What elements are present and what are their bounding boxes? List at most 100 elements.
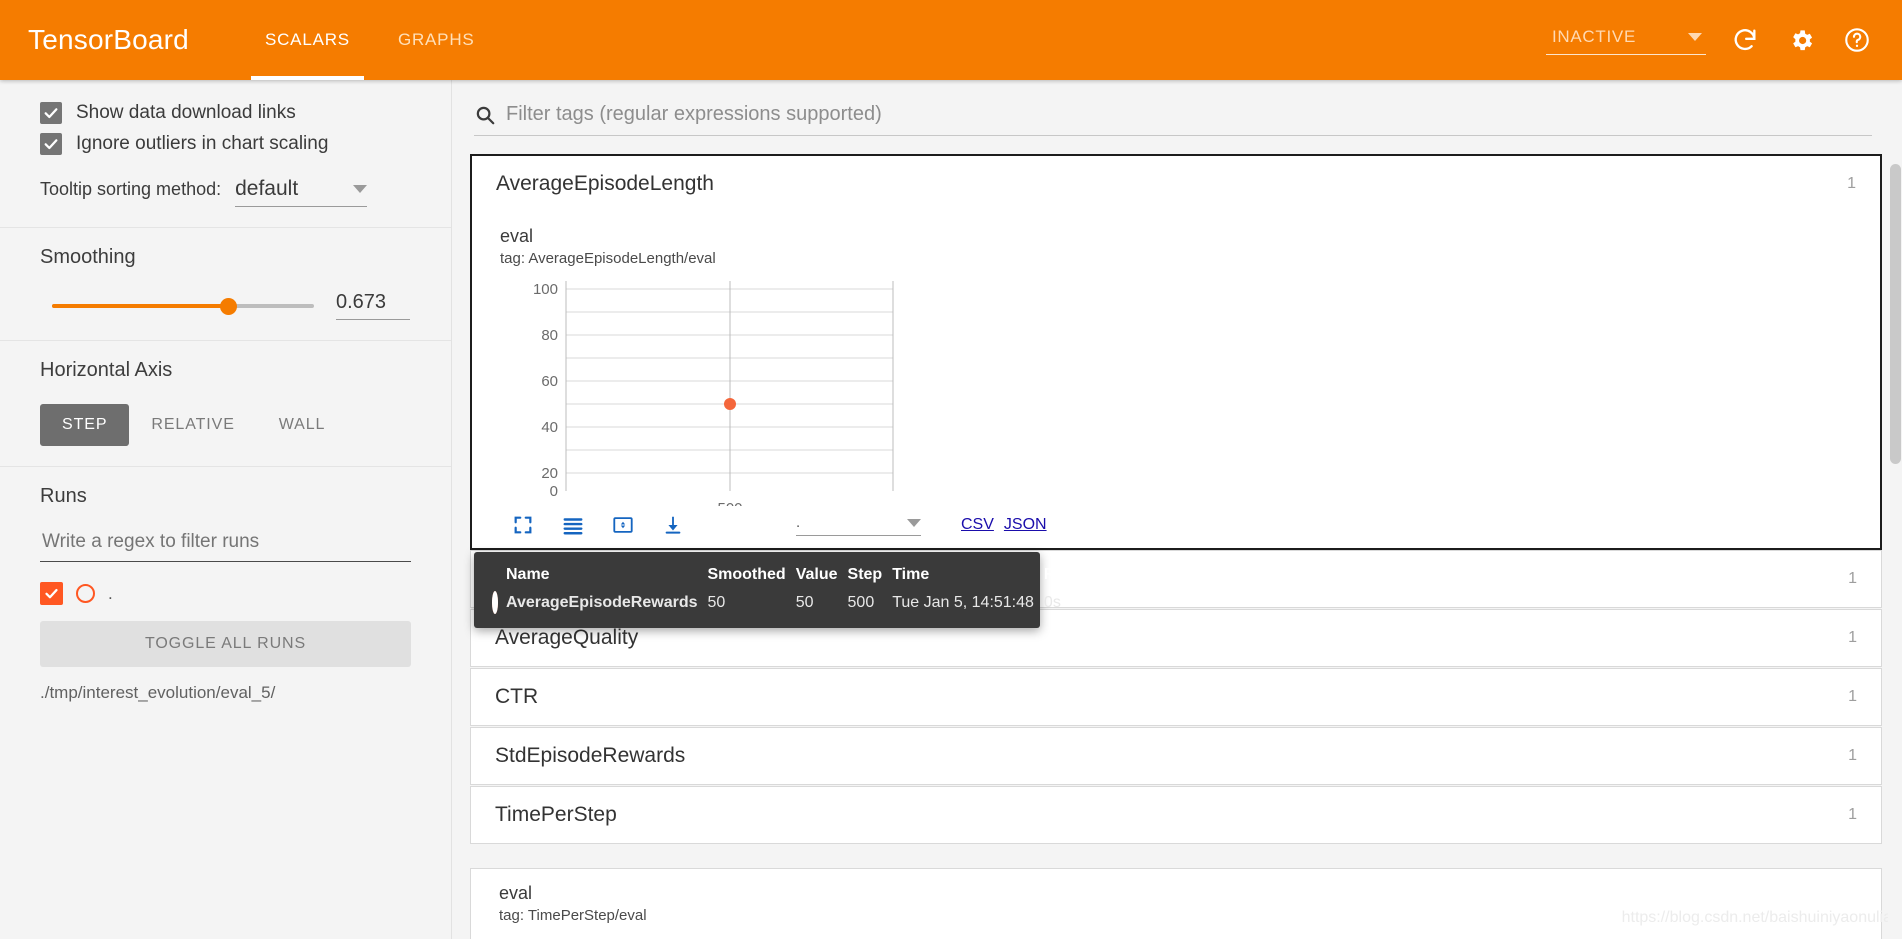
tag-card-count: 1 bbox=[1848, 688, 1857, 705]
top-app-bar: TensorBoard SCALARS GRAPHS INACTIVE bbox=[0, 0, 1902, 80]
tooltip-data-row: AverageEpisodeRewards 50 50 500 Tue Jan … bbox=[492, 591, 1115, 614]
tooltip-value-name: AverageEpisodeRewards bbox=[506, 594, 698, 611]
smoothing-value-input[interactable]: 0.673 bbox=[336, 291, 410, 320]
run-color-circle-icon bbox=[76, 584, 95, 603]
expand-chart-icon[interactable] bbox=[510, 512, 536, 538]
tag-card-title: TimePerStep bbox=[495, 803, 617, 826]
horizontal-axis-options: STEP RELATIVE WALL bbox=[40, 404, 411, 446]
tensorboard-app: TensorBoard SCALARS GRAPHS INACTIVE Show… bbox=[0, 0, 1902, 939]
chart-run-label: eval bbox=[500, 226, 534, 246]
tag-card-count: 1 bbox=[1847, 175, 1856, 192]
sidebar-runs-section: Runs . TOGGLE ALL RUNS ./tmp/interest_ev… bbox=[0, 467, 451, 723]
tooltip-header-name: Name bbox=[506, 566, 550, 583]
run-logdir-path: ./tmp/interest_evolution/eval_5/ bbox=[40, 683, 276, 702]
axis-option-relative[interactable]: RELATIVE bbox=[129, 404, 256, 446]
tooltip-header-time: Time bbox=[892, 566, 930, 583]
tag-card-std-episode-rewards: StdEpisodeRewards 1 bbox=[470, 727, 1882, 785]
download-chart-icon[interactable] bbox=[660, 512, 686, 538]
chart-run-select[interactable]: . bbox=[796, 514, 921, 536]
checkmark-icon bbox=[40, 133, 62, 155]
fit-domain-icon[interactable] bbox=[610, 512, 636, 538]
toggle-all-runs-button[interactable]: TOGGLE ALL RUNS bbox=[40, 621, 411, 667]
chart-run-label: eval bbox=[499, 883, 533, 903]
tag-card-header[interactable]: AverageEpisodeLength 1 bbox=[472, 156, 1880, 212]
tooltip-value-step: 500 bbox=[847, 594, 875, 611]
tooltip-header-value: Value bbox=[795, 566, 838, 583]
tag-card-list: AverageEpisodeLength 1 eval tag: Average… bbox=[452, 136, 1902, 939]
runs-filter-input[interactable] bbox=[40, 530, 411, 562]
left-sidebar: Show data download links Ignore outliers… bbox=[0, 80, 452, 939]
run-status-dropdown[interactable]: INACTIVE bbox=[1545, 25, 1706, 55]
tooltip-series-swatch-cell bbox=[492, 591, 506, 614]
checkbox-ignore-outliers-label: Ignore outliers in chart scaling bbox=[76, 133, 329, 154]
axis-option-wall[interactable]: WALL bbox=[257, 404, 348, 446]
axis-option-step[interactable]: STEP bbox=[40, 404, 130, 446]
plot-svg: 100 80 60 40 20 0 500 bbox=[533, 281, 894, 506]
tag-filter-input[interactable] bbox=[504, 102, 1872, 127]
tooltip-header-smoothed: Smoothed bbox=[707, 566, 786, 583]
tag-card-header[interactable]: TimePerStep 1 bbox=[471, 787, 1881, 843]
toggle-y-axis-log-icon[interactable] bbox=[560, 512, 586, 538]
main-content: AverageEpisodeLength 1 eval tag: Average… bbox=[452, 80, 1902, 939]
tab-scalars[interactable]: SCALARS bbox=[241, 0, 374, 80]
svg-text:80: 80 bbox=[541, 327, 558, 344]
help-icon[interactable] bbox=[1840, 23, 1874, 57]
nav-tabs: SCALARS GRAPHS bbox=[241, 0, 499, 80]
series-color-swatch-icon bbox=[492, 591, 498, 614]
chevron-down-icon bbox=[353, 185, 368, 193]
smoothing-slider-knob[interactable] bbox=[219, 297, 237, 315]
tag-card-header[interactable]: CTR 1 bbox=[471, 669, 1881, 725]
download-links: CSV JSON bbox=[961, 516, 1047, 534]
tooltip-header-relative: Relative bbox=[1043, 566, 1106, 583]
checkbox-show-download-links-label: Show data download links bbox=[76, 102, 296, 123]
smoothing-title: Smoothing bbox=[40, 246, 136, 268]
chart-toolbar: . CSV JSON bbox=[510, 512, 1880, 538]
tag-card-header[interactable]: StdEpisodeRewards 1 bbox=[471, 728, 1881, 784]
tag-card-count: 1 bbox=[1848, 570, 1857, 587]
chart-container: eval tag: AverageEpisodeLength/eval 100 … bbox=[472, 226, 1880, 538]
smoothing-slider[interactable] bbox=[52, 296, 314, 316]
tag-card-body: eval tag: AverageEpisodeLength/eval 100 … bbox=[472, 212, 1880, 548]
tooltip-sorting-method: Tooltip sorting method: default bbox=[40, 177, 411, 207]
tab-graphs[interactable]: GRAPHS bbox=[374, 0, 499, 80]
sidebar-horizontal-axis-section: Horizontal Axis STEP RELATIVE WALL bbox=[0, 341, 451, 467]
tag-card-time-per-step-chart: eval tag: TimePerStep/eval bbox=[470, 868, 1882, 939]
tag-card-count: 1 bbox=[1848, 806, 1857, 823]
app-brand-title: TensorBoard bbox=[28, 24, 189, 55]
tag-card-title: CTR bbox=[495, 685, 539, 708]
tag-card-average-episode-length: AverageEpisodeLength 1 eval tag: Average… bbox=[470, 154, 1882, 550]
run-checkbox[interactable] bbox=[40, 582, 63, 605]
tooltip-sorting-select[interactable]: default bbox=[235, 177, 368, 207]
download-csv-link[interactable]: CSV bbox=[961, 516, 994, 534]
tooltip-value-smoothed: 50 bbox=[707, 594, 726, 611]
checkbox-show-download-links[interactable]: Show data download links bbox=[40, 102, 411, 124]
chart-run-select-value: . bbox=[796, 514, 801, 531]
tag-filter-wrapper[interactable] bbox=[474, 102, 1872, 136]
svg-text:100: 100 bbox=[533, 281, 558, 298]
checkbox-ignore-outliers[interactable]: Ignore outliers in chart scaling bbox=[40, 133, 411, 155]
tag-card-title: StdEpisodeRewards bbox=[495, 744, 686, 767]
chart-hover-tooltip: Name Smoothed Value Step Time Relative A… bbox=[474, 552, 1105, 628]
search-icon bbox=[476, 106, 495, 124]
gear-icon[interactable] bbox=[1784, 23, 1818, 57]
top-bar-actions: INACTIVE bbox=[1545, 23, 1874, 57]
tag-card-count: 1 bbox=[1848, 747, 1857, 764]
sidebar-display-options: Show data download links Ignore outliers… bbox=[0, 80, 451, 228]
main-scrollbar-track[interactable] bbox=[1888, 80, 1902, 939]
runs-title: Runs bbox=[40, 485, 87, 507]
tag-card-ctr: CTR 1 bbox=[470, 668, 1882, 726]
main-scrollbar-thumb[interactable] bbox=[1890, 164, 1901, 464]
chevron-down-icon bbox=[1688, 33, 1702, 41]
tag-card-title: AverageQuality bbox=[495, 626, 639, 649]
download-json-link[interactable]: JSON bbox=[1004, 516, 1047, 534]
chevron-down-icon bbox=[907, 518, 921, 527]
watermark-text: https://blog.csdn.net/baishuiniyaonulia bbox=[1621, 909, 1892, 926]
tooltip-table: Name Smoothed Value Step Time Relative A… bbox=[492, 566, 1115, 614]
run-list-item[interactable]: . bbox=[40, 582, 411, 605]
smoothing-slider-fill bbox=[52, 303, 229, 308]
svg-text:20: 20 bbox=[541, 465, 558, 482]
reload-icon[interactable] bbox=[1728, 23, 1762, 57]
tooltip-value-value: 50 bbox=[795, 594, 814, 611]
tab-scalars-label: SCALARS bbox=[264, 30, 350, 49]
scalar-plot-average-episode-length[interactable]: 100 80 60 40 20 0 500 bbox=[510, 281, 910, 506]
